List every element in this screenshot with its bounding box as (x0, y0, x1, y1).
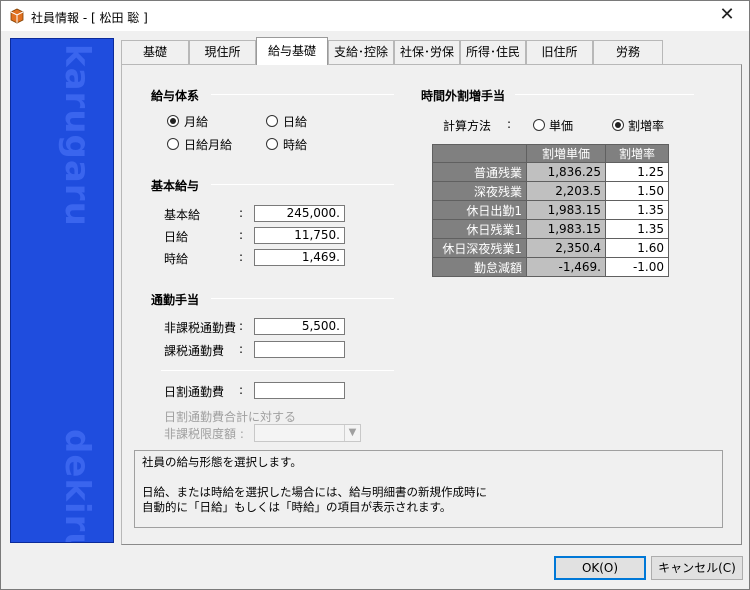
table-row: 深夜残業 2,203.5 1.50 (432, 181, 669, 201)
nontax-limit-label: 非課税限度額 : (164, 427, 244, 441)
title-bar: 社員情報 - [ 松田 聡 ] ✕ (1, 1, 749, 31)
overtime-table: 割増単価 割増率 普通残業 1,836.25 1.25 深夜残業 2,203.5… (432, 144, 669, 277)
close-icon[interactable]: ✕ (713, 4, 741, 28)
hourly-wage-colon: : (239, 250, 244, 264)
taxable-commute-label: 課税通勤費 (164, 344, 225, 358)
hourly-wage-label: 時給 (164, 252, 189, 266)
rate-cell[interactable]: 1.25 (605, 162, 669, 182)
table-row: 普通残業 1,836.25 1.25 (432, 162, 669, 182)
rate-cell[interactable]: -1.00 (605, 257, 669, 277)
radio-daily-monthly[interactable] (167, 138, 179, 150)
column-header: 割増単価 (526, 144, 606, 163)
daily-wage-label: 日給 (164, 230, 189, 244)
base-pay-heading: 基本給与 (151, 179, 200, 193)
calc-method-colon: : (507, 117, 512, 131)
radio-unit-price-label: 単価 (549, 119, 574, 133)
table-row: 休日出勤1 1,983.15 1.35 (432, 200, 669, 220)
tab-payment-deduction[interactable]: 支給･控除 (328, 40, 394, 64)
divider (515, 94, 694, 95)
divider (211, 184, 394, 185)
tab-social-insurance[interactable]: 社保･労保 (394, 40, 460, 64)
commute-heading: 通勤手当 (151, 293, 200, 307)
unit-price-cell: 2,350.4 (526, 238, 606, 258)
help-text-box: 社員の給与形態を選択します。 日給、または時給を選択した場合には、給与明細書の新… (134, 450, 723, 528)
radio-unit-price[interactable] (533, 119, 545, 131)
radio-monthly[interactable] (167, 115, 179, 127)
table-row: 勤怠減額 -1,469. -1.00 (432, 257, 669, 277)
tab-basic[interactable]: 基礎 (121, 40, 189, 64)
app-icon (10, 8, 24, 24)
daily-wage-field[interactable]: 11,750. (254, 227, 345, 244)
tab-labor[interactable]: 労務 (593, 40, 663, 64)
row-header: 休日深夜残業1 (432, 238, 527, 258)
divider (211, 94, 394, 95)
tab-current-address[interactable]: 現住所 (189, 40, 256, 64)
rate-cell[interactable]: 1.35 (605, 219, 669, 239)
help-line (142, 470, 715, 485)
row-header: 深夜残業 (432, 181, 527, 201)
nontax-limit-caption: 日割通勤費合計に対する (164, 410, 297, 424)
sidebar-word-bottom: dekiru (57, 429, 97, 543)
daily-wage-colon: : (239, 228, 244, 242)
radio-monthly-label: 月給 (184, 115, 209, 129)
base-salary-colon: : (239, 206, 244, 220)
row-header: 普通残業 (432, 162, 527, 182)
rate-cell[interactable]: 1.35 (605, 200, 669, 220)
rate-cell[interactable]: 1.60 (605, 238, 669, 258)
unit-price-cell: 1,836.25 (526, 162, 606, 182)
daily-commute-label: 日割通勤費 (164, 385, 225, 399)
daily-commute-field[interactable] (254, 382, 345, 399)
radio-hourly[interactable] (266, 138, 278, 150)
nontax-limit-select[interactable]: ▼ (254, 424, 361, 442)
chevron-down-icon[interactable]: ▼ (344, 425, 360, 441)
unit-price-cell: 1,983.15 (526, 219, 606, 239)
tab-salary-basic[interactable]: 給与基礎 (256, 37, 328, 65)
taxable-commute-colon: : (239, 342, 244, 356)
taxable-commute-field[interactable] (254, 341, 345, 358)
radio-premium-rate[interactable] (612, 119, 624, 131)
tab-income-resident[interactable]: 所得･住民 (460, 40, 526, 64)
radio-daily[interactable] (266, 115, 278, 127)
unit-price-cell: 2,203.5 (526, 181, 606, 201)
daily-commute-colon: : (239, 383, 244, 397)
column-header (432, 144, 527, 163)
tab-old-address[interactable]: 旧住所 (526, 40, 593, 64)
brand-sidebar: karugaru dekiru (10, 38, 114, 543)
salary-system-heading: 給与体系 (151, 89, 200, 103)
nontax-commute-label: 非課税通勤費 (164, 321, 237, 335)
table-row: 休日残業1 1,983.15 1.35 (432, 219, 669, 239)
radio-daily-label: 日給 (283, 115, 308, 129)
unit-price-cell: -1,469. (526, 257, 606, 277)
row-header: 休日残業1 (432, 219, 527, 239)
base-salary-field[interactable]: 245,000. (254, 205, 345, 222)
rate-cell[interactable]: 1.50 (605, 181, 669, 201)
nontax-commute-field[interactable]: 5,500. (254, 318, 345, 335)
help-line: 日給、または時給を選択した場合には、給与明細書の新規作成時に (142, 485, 487, 499)
cancel-button[interactable]: キャンセル(C) (651, 556, 743, 580)
nontax-commute-colon: : (239, 319, 244, 333)
hourly-wage-field[interactable]: 1,469. (254, 249, 345, 266)
radio-hourly-label: 時給 (283, 138, 308, 152)
overtime-heading: 時間外割増手当 (421, 89, 506, 103)
radio-premium-rate-label: 割増率 (628, 119, 665, 133)
unit-price-cell: 1,983.15 (526, 200, 606, 220)
calc-method-label: 計算方法 (443, 119, 492, 133)
window-title: 社員情報 - [ 松田 聡 ] (31, 11, 148, 25)
row-header: 勤怠減額 (432, 257, 527, 277)
sidebar-word-top: karugaru (57, 44, 97, 227)
help-line: 社員の給与形態を選択します。 (142, 455, 302, 469)
base-salary-label: 基本給 (164, 208, 201, 222)
employee-info-window: 社員情報 - [ 松田 聡 ] ✕ karugaru dekiru 基礎 現住所… (0, 0, 750, 590)
table-header-row: 割増単価 割増率 (432, 144, 669, 163)
help-line: 自動的に「日給」もしくは「時給」の項目が表示されます。 (142, 500, 452, 514)
table-row: 休日深夜残業1 2,350.4 1.60 (432, 238, 669, 258)
row-header: 休日出勤1 (432, 200, 527, 220)
divider (211, 298, 394, 299)
radio-daily-monthly-label: 日給月給 (184, 138, 233, 152)
divider (161, 370, 394, 371)
ok-button[interactable]: OK(O) (554, 556, 646, 580)
column-header: 割増率 (605, 144, 669, 163)
